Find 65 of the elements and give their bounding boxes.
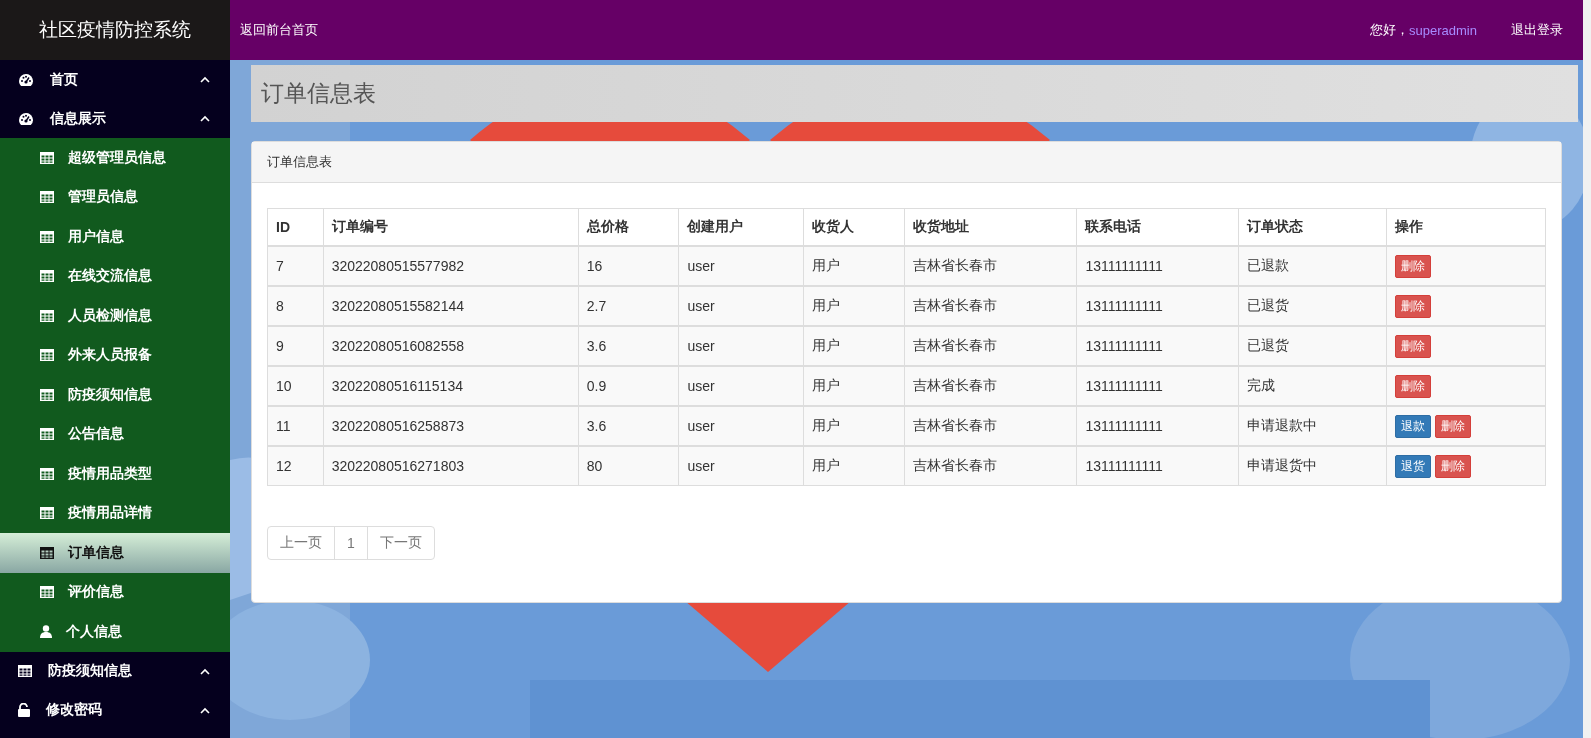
table-cell: 13111111111 (1076, 446, 1238, 486)
sidebar-submenu-item[interactable]: 人员检测信息 (0, 296, 230, 336)
table-cell: 吉林省长春市 (904, 446, 1077, 486)
sidebar-submenu-item[interactable]: 用户信息 (0, 217, 230, 257)
sidebar-submenu-item[interactable]: 订单信息 (0, 533, 230, 573)
sidebar-submenu-item[interactable]: 评价信息 (0, 572, 230, 612)
sidebar-menu-item[interactable]: 首页 (0, 60, 230, 99)
app-title: 社区疫情防控系统 (0, 0, 230, 60)
action-button[interactable]: 退货 (1395, 454, 1432, 478)
dashboard-icon (18, 111, 34, 126)
delete-button[interactable]: 删除 (1435, 454, 1472, 478)
pagination-link[interactable]: 上一页 (267, 526, 335, 560)
chevron-up-icon (200, 667, 210, 675)
unlocked-padlock-icon (18, 703, 30, 717)
action-button[interactable]: 退款 (1395, 414, 1432, 438)
delete-button[interactable]: 删除 (1395, 294, 1432, 318)
table-icon (40, 428, 54, 441)
table-cell: 申请退货中 (1238, 446, 1387, 486)
sidebar-menu-item[interactable]: 信息展示 (0, 99, 230, 138)
logout-link[interactable]: 退出登录 (1511, 21, 1563, 39)
table-cell: 32022080516271803 (323, 446, 579, 486)
chevron-up-icon (200, 115, 210, 122)
delete-button[interactable]: 删除 (1395, 374, 1432, 398)
sidebar-menu-item[interactable]: 修改密码 (0, 690, 230, 730)
sidebar-submenu-item[interactable]: 外来人员报备 (0, 335, 230, 375)
sidebar-submenu-item[interactable]: 超级管理员信息 (0, 138, 230, 178)
sidebar-submenu-item[interactable]: 疫情用品类型 (0, 454, 230, 494)
pagination-link[interactable]: 下一页 (366, 526, 435, 560)
table-cell: user (679, 446, 804, 486)
table-icon (40, 546, 54, 559)
greeting-text: 您好， (1370, 21, 1410, 37)
delete-button[interactable]: 删除 (1395, 254, 1432, 278)
sidebar-submenu-item[interactable]: 疫情用品详情 (0, 493, 230, 533)
table-icon (40, 586, 54, 599)
table-icon (40, 270, 54, 283)
table-icon (40, 467, 54, 480)
table-icon (18, 665, 32, 677)
page-title: 订单信息表 (251, 65, 1578, 122)
sidebar-submenu-item[interactable]: 防疫须知信息 (0, 375, 230, 415)
table-icon (40, 151, 54, 164)
delete-button[interactable]: 删除 (1395, 334, 1432, 358)
delete-button[interactable]: 删除 (1435, 414, 1472, 438)
chevron-up-icon (200, 76, 210, 83)
sidebar-submenu-item[interactable]: 在线交流信息 (0, 256, 230, 296)
panel-heading: 订单信息表 (252, 142, 1561, 183)
username-link[interactable]: superadmin (1409, 22, 1477, 38)
user-icon (40, 625, 52, 639)
table-cell: 用户 (803, 446, 905, 486)
dashboard-icon (18, 72, 34, 87)
table-cell: 80 (578, 446, 679, 486)
table-icon (40, 191, 54, 204)
table-cell: 12 (267, 446, 324, 486)
table-icon (40, 230, 54, 243)
table-icon (40, 349, 54, 362)
sidebar-submenu-item[interactable]: 管理员信息 (0, 177, 230, 217)
pagination-link[interactable]: 1 (334, 526, 368, 560)
home-link[interactable]: 返回前台首页 (240, 22, 318, 37)
table-icon (40, 309, 54, 322)
chevron-up-icon (200, 706, 210, 714)
sidebar-submenu-item[interactable]: 个人信息 (0, 612, 230, 652)
sidebar-menu-item[interactable]: 防疫须知信息 (0, 651, 230, 691)
scrollbar[interactable] (1583, 0, 1591, 738)
table-icon (40, 388, 54, 401)
sidebar-submenu-item[interactable]: 公告信息 (0, 414, 230, 454)
table-icon (40, 507, 54, 520)
